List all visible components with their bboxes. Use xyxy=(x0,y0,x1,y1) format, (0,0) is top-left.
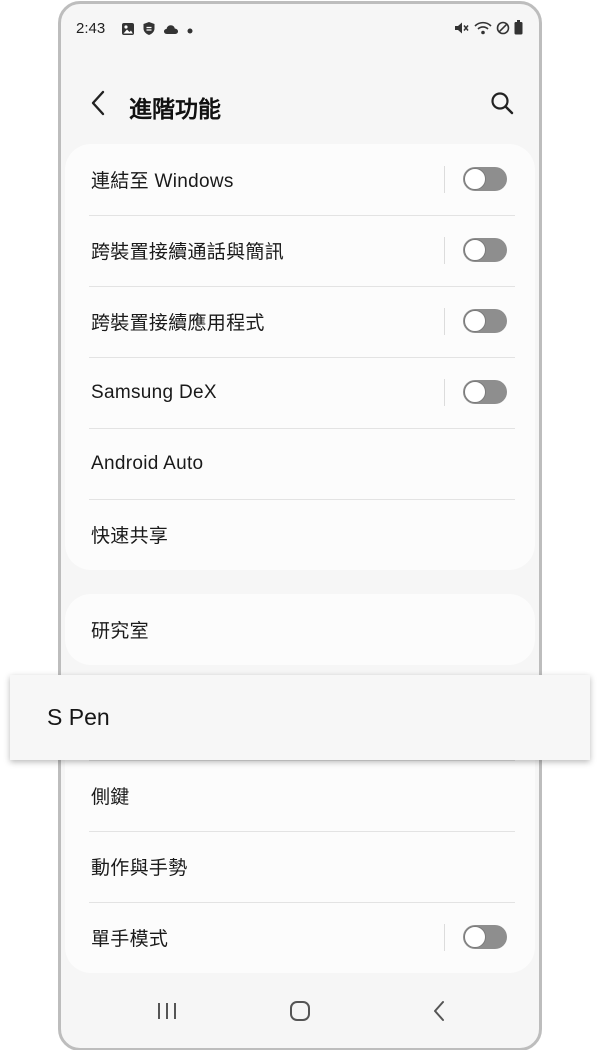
back-icon xyxy=(432,1000,446,1027)
search-icon xyxy=(490,91,514,120)
battery-icon xyxy=(514,20,523,40)
nav-back-button[interactable] xyxy=(417,998,461,1028)
settings-group-connections: 連結至 Windows 跨裝置接續通話與簡訊 跨裝置接續應用程式 Samsung… xyxy=(65,144,535,570)
setting-quick-share[interactable]: 快速共享 xyxy=(65,499,535,570)
setting-continue-apps[interactable]: 跨裝置接續應用程式 xyxy=(65,286,535,357)
setting-samsung-dex[interactable]: Samsung DeX xyxy=(65,357,535,428)
back-button[interactable] xyxy=(81,88,115,122)
setting-android-auto[interactable]: Android Auto xyxy=(65,428,535,499)
continue-apps-toggle[interactable] xyxy=(463,309,507,333)
wifi-icon xyxy=(474,21,492,40)
mute-icon xyxy=(454,21,470,40)
divider xyxy=(444,379,445,406)
toggle-knob xyxy=(464,381,486,403)
setting-label: Samsung DeX xyxy=(91,381,217,403)
dot-icon xyxy=(186,22,194,40)
do-not-disturb-icon xyxy=(496,21,510,40)
toggle-knob xyxy=(464,926,486,948)
divider xyxy=(444,308,445,335)
navigation-bar xyxy=(61,988,539,1048)
toggle-knob xyxy=(464,168,486,190)
status-left-icons xyxy=(121,21,194,41)
one-handed-mode-toggle[interactable] xyxy=(463,925,507,949)
setting-motions-gestures[interactable]: 動作與手勢 xyxy=(65,831,535,902)
setting-label: Android Auto xyxy=(91,452,204,474)
setting-continue-calls-messages[interactable]: 跨裝置接續通話與簡訊 xyxy=(65,215,535,286)
setting-label: 跨裝置接續應用程式 xyxy=(91,313,265,334)
screenshot: 2:43 進階功能 連結至 Windows 跨裝置接續通話與簡訊 跨裝置接續應用… xyxy=(0,0,600,1050)
home-icon xyxy=(289,1000,311,1027)
toggle-knob xyxy=(464,310,486,332)
gallery-icon xyxy=(121,22,135,41)
app-header: 進階功能 xyxy=(61,74,539,134)
divider xyxy=(444,924,445,951)
setting-label: 側鍵 xyxy=(91,787,130,808)
setting-label: 跨裝置接續通話與簡訊 xyxy=(91,242,285,263)
setting-label: 單手模式 xyxy=(91,929,169,950)
setting-link-to-windows[interactable]: 連結至 Windows xyxy=(65,144,535,215)
toggle-knob xyxy=(464,239,486,261)
setting-label: 連結至 Windows xyxy=(91,171,234,192)
recents-button[interactable] xyxy=(145,998,189,1028)
continue-calls-toggle[interactable] xyxy=(463,238,507,262)
setting-labs[interactable]: 研究室 xyxy=(65,594,535,665)
setting-label: 快速共享 xyxy=(91,526,169,547)
samsung-dex-toggle[interactable] xyxy=(463,380,507,404)
s-pen-label: S Pen xyxy=(47,704,110,730)
setting-label: 動作與手勢 xyxy=(91,858,188,879)
home-button[interactable] xyxy=(278,998,322,1028)
setting-side-key[interactable]: 側鍵 xyxy=(65,760,535,831)
status-time: 2:43 xyxy=(76,20,106,37)
page-title: 進階功能 xyxy=(129,96,221,122)
status-bar: 2:43 xyxy=(61,4,539,52)
setting-label: 研究室 xyxy=(91,621,149,642)
cloud-icon xyxy=(163,22,179,40)
divider xyxy=(444,237,445,264)
search-button[interactable] xyxy=(485,88,519,122)
s-pen-highlight[interactable]: S Pen xyxy=(10,675,590,760)
chevron-left-icon xyxy=(90,90,106,121)
link-to-windows-toggle[interactable] xyxy=(463,167,507,191)
shield-icon xyxy=(142,21,156,41)
phone-frame: 2:43 進階功能 連結至 Windows 跨裝置接續通話與簡訊 跨裝置接續應用… xyxy=(58,1,542,1050)
recents-icon xyxy=(156,1001,178,1026)
settings-group-labs: 研究室 xyxy=(65,594,535,665)
setting-one-handed-mode[interactable]: 單手模式 xyxy=(65,902,535,973)
status-right-icons xyxy=(454,20,523,40)
divider xyxy=(444,166,445,193)
